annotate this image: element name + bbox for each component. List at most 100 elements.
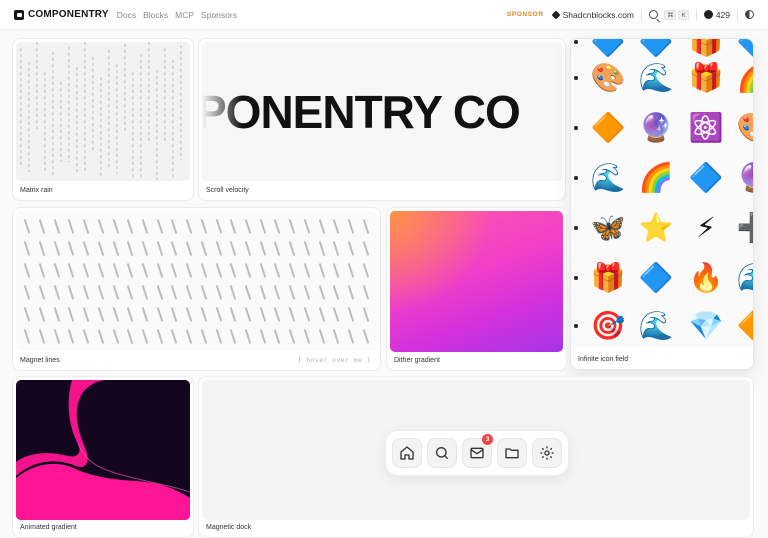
magnet-line: [156, 240, 163, 256]
magnet-line: [112, 240, 119, 256]
magnet-line: [288, 218, 296, 234]
magnet-line: [215, 306, 222, 322]
magnet-line: [82, 218, 90, 234]
card-magnetic-dock[interactable]: 3 Magnetic dock: [199, 377, 753, 537]
magnet-line: [68, 328, 75, 344]
magnet-line: [244, 306, 252, 322]
magnet-line: [156, 306, 163, 322]
magnet-line: [332, 218, 340, 234]
icon-field-emoji-icon: 🌈: [638, 162, 674, 193]
dock-mail-button[interactable]: 3: [462, 434, 493, 468]
kbd-k: K: [678, 9, 689, 20]
dock-search-button[interactable]: [427, 438, 457, 468]
magnet-line: [68, 284, 75, 300]
magnet-line: [362, 328, 369, 344]
matrix-rain-canvas: [16, 42, 190, 181]
card-animated-gradient[interactable]: Animated gradient: [13, 377, 193, 537]
github-link[interactable]: 429: [703, 9, 730, 20]
magnet-line: [362, 306, 369, 322]
dock-home-button[interactable]: [392, 438, 422, 468]
magnet-line: [112, 284, 119, 300]
card-dither-gradient[interactable]: Dither gradient: [387, 208, 566, 370]
kbd-cmd: ⌘: [663, 9, 677, 20]
magnet-line: [303, 284, 311, 300]
top-nav: COMPONENTRY Docs Blocks MCP Sponsors SPO…: [0, 0, 768, 30]
card-label: Magnet lines: [20, 357, 60, 364]
magnet-line: [24, 306, 31, 322]
magnet-line: [171, 306, 178, 322]
card-matrix-rain[interactable]: Matrix rain: [13, 39, 193, 200]
magnet-line: [82, 262, 90, 278]
magnet-line: [156, 328, 163, 344]
matrix-rain-column: [180, 45, 182, 160]
magnet-line: [288, 284, 296, 300]
magnet-line: [112, 262, 119, 278]
magnet-line: [53, 306, 61, 322]
magnet-line: [38, 306, 46, 322]
icon-field-emoji-icon: ⚛️: [688, 112, 724, 143]
matrix-rain-column: [148, 42, 150, 142]
magnet-line: [112, 306, 119, 322]
magnet-line: [82, 328, 90, 344]
magnet-line: [303, 240, 311, 256]
icon-field-bullet: [574, 226, 578, 230]
magnet-line: [68, 240, 75, 256]
nav-sponsors[interactable]: Sponsors: [201, 10, 237, 20]
brand-logo[interactable]: COMPONENTRY: [14, 9, 109, 20]
magnet-line: [24, 284, 31, 300]
icon-field-emoji-icon: 🔷: [688, 162, 724, 193]
magnet-line: [332, 240, 340, 256]
magnet-line: [318, 240, 325, 256]
magnet-line: [215, 328, 222, 344]
icon-field-emoji-icon: 💎: [688, 310, 724, 341]
magnet-line: [185, 328, 193, 344]
magnet-lines-preview: [16, 211, 377, 351]
magnet-line: [82, 284, 90, 300]
card-magnet-lines[interactable]: Magnet lines [ hover over me ]: [13, 208, 380, 370]
icon-field-bullet: [574, 176, 578, 180]
magnet-line: [127, 240, 134, 256]
magnet-line: [97, 284, 105, 300]
fade-right: [522, 42, 562, 181]
search-button[interactable]: ⌘ K: [648, 9, 689, 20]
icon-field-emoji-icon: ⚡: [696, 212, 716, 243]
icon-field-canvas: 🔷🔷🎁🔷🎨🌊🎁🌈🔶🔮⚛️🎨🌊🌈🔷🔮🦋⭐⚡➕🎁🔷🔥🌊🎯🌊💎🔶: [571, 39, 753, 347]
magnet-line: [38, 284, 46, 300]
card-label: Dither gradient: [394, 357, 440, 364]
sponsor-label: SPONSOR: [506, 11, 544, 18]
icon-field-emoji-icon: 🔮: [737, 161, 753, 195]
matrix-rain-column: [76, 67, 78, 172]
nav-blocks[interactable]: Blocks: [143, 10, 168, 20]
magnet-line: [185, 284, 193, 300]
sponsor-link[interactable]: Shadcnblocks.com: [551, 10, 634, 20]
magnet-line: [200, 306, 208, 322]
github-stars: 429: [715, 9, 730, 20]
dock-folder-button[interactable]: [497, 438, 527, 468]
dock-settings-button[interactable]: [532, 438, 562, 468]
scroll-velocity-preview: PONENTRY CO: [202, 42, 562, 181]
magnet-line: [24, 328, 31, 344]
icon-field-bullet: [574, 324, 578, 328]
magnet-line: [97, 328, 105, 344]
magnet-hint: [ hover over me ]: [297, 356, 371, 364]
magnet-line: [68, 218, 75, 234]
card-scroll-velocity[interactable]: PONENTRY CO Scroll velocity: [199, 39, 565, 200]
animated-gradient-shape: [16, 380, 190, 520]
nav-docs[interactable]: Docs: [117, 10, 136, 20]
primary-nav: Docs Blocks MCP Sponsors: [117, 10, 237, 20]
magnet-line: [97, 262, 105, 278]
magnet-line: [112, 328, 119, 344]
magnet-line: [141, 284, 149, 300]
nav-mcp[interactable]: MCP: [175, 10, 194, 20]
magnet-line: [141, 306, 149, 322]
magnet-line: [288, 306, 296, 322]
magnet-line: [362, 284, 369, 300]
card-infinite-icon-field[interactable]: 🔷🔷🎁🔷🎨🌊🎁🌈🔶🔮⚛️🎨🌊🌈🔷🔮🦋⭐⚡➕🎁🔷🔥🌊🎯🌊💎🔶 Infinite i…: [571, 39, 753, 369]
magnet-line: [127, 328, 134, 344]
icon-field-emoji-icon: 🎁: [688, 62, 724, 93]
magnet-lines-grid: [20, 215, 373, 347]
magnetic-dock-preview: 3: [202, 380, 750, 520]
magnet-line: [259, 262, 266, 278]
magnet-line: [229, 284, 237, 300]
theme-toggle-icon[interactable]: [745, 10, 754, 19]
